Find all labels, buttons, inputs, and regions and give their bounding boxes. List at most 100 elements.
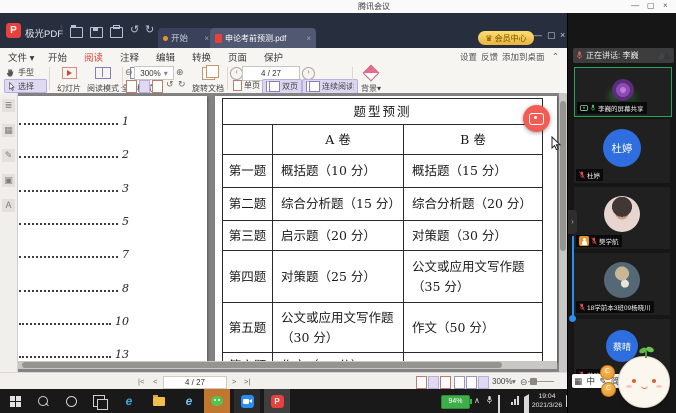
taskbar-ie-button[interactable]: e [176, 389, 202, 413]
zoom-level-box[interactable]: 300% ▾ [134, 66, 174, 80]
rotate-document-button[interactable]: 旋转文档 [192, 65, 224, 96]
tray-mic-icon[interactable] [486, 395, 493, 407]
background-button[interactable]: 背景▾ [356, 65, 386, 96]
rotate-left-icon[interactable]: ↺ [166, 79, 174, 90]
vertical-scroll-thumb[interactable] [560, 101, 566, 251]
status-zoom-dropdown-icon[interactable]: ▾ [512, 377, 516, 386]
text-panel-icon[interactable]: A [2, 199, 15, 212]
pdf-maximize-button[interactable]: ▢ [547, 29, 556, 41]
tab-home[interactable]: 开始 × [158, 28, 214, 48]
save-icon[interactable] [90, 27, 103, 38]
add-to-desktop-link[interactable]: 添加到桌面 [502, 51, 545, 63]
settings-link[interactable]: 设置 [460, 51, 477, 63]
close-button[interactable]: × [663, 1, 668, 11]
taskbar-search-button[interactable] [30, 389, 56, 413]
status-layout-icon[interactable] [428, 376, 439, 389]
fit-page-icon[interactable] [139, 80, 150, 93]
collapse-ribbon-icon[interactable]: ⌃ [552, 51, 559, 62]
horizontal-scrollbar[interactable] [18, 361, 557, 369]
minimize-button[interactable]: — [631, 1, 639, 11]
vertical-scrollbar[interactable] [559, 93, 567, 372]
menu-convert[interactable]: 转换 [192, 50, 211, 64]
status-layout-icon[interactable] [440, 376, 451, 389]
taskbar-pdf-button[interactable]: P [264, 389, 290, 413]
slideshow-button[interactable]: 幻灯片 [52, 65, 86, 96]
annotations-panel-icon[interactable]: ✎ [2, 149, 15, 162]
tab-close-icon[interactable]: × [204, 34, 209, 43]
open-file-icon[interactable] [70, 27, 83, 38]
feedback-link[interactable]: 反馈 [481, 51, 498, 63]
ime-mode-indicator[interactable]: 中 [587, 375, 596, 387]
status-layout-icon[interactable] [416, 376, 427, 389]
taskbar-edge-button[interactable]: e [116, 389, 142, 413]
thumbnails-panel-icon[interactable]: ▦ [2, 124, 15, 137]
tray-volume-icon[interactable] [521, 397, 529, 413]
last-page-button[interactable]: >| [244, 377, 250, 386]
bookmarks-panel-icon[interactable]: ≣ [2, 99, 15, 112]
screenshot-float-button[interactable] [523, 105, 550, 132]
print-icon[interactable] [110, 27, 123, 38]
task-view-button[interactable] [86, 389, 112, 413]
hand-tool-button[interactable]: 手型 [6, 67, 34, 78]
member-center-button[interactable]: ♛ 会员中心 [478, 31, 534, 45]
zoom-dropdown-icon[interactable]: ▾ [164, 69, 168, 78]
tab-close-icon[interactable]: × [306, 34, 311, 43]
panel-scrollbar[interactable] [572, 236, 574, 316]
pdf-minimize-button[interactable]: — [533, 29, 542, 41]
panel-collapse-handle[interactable]: › [568, 210, 577, 234]
participant-tile[interactable]: 18学前本3班09杨晓川 [574, 253, 670, 315]
mascot-face[interactable] [618, 356, 670, 408]
redo-icon[interactable]: ↻ [145, 25, 154, 36]
taskbar-wechat-button[interactable] [204, 389, 230, 413]
first-page-button[interactable]: |< [138, 377, 144, 386]
desktop-pet[interactable]: C C [600, 349, 676, 407]
cortana-button[interactable] [58, 389, 84, 413]
coin-icon[interactable]: C [601, 382, 616, 397]
tray-network-icon[interactable] [511, 396, 519, 405]
rotate-right-icon[interactable]: ↻ [178, 79, 186, 90]
taskbar-explorer-button[interactable] [146, 389, 172, 413]
zoom-in-icon[interactable]: ⊕ [176, 67, 184, 78]
participant-tile[interactable]: 樊学航 [574, 187, 670, 249]
battery-indicator[interactable]: 94% [441, 395, 470, 409]
attachments-panel-icon[interactable]: ▣ [2, 174, 15, 187]
participant-tile[interactable]: 杜婷 杜婷 [574, 119, 670, 183]
zoom-out-icon[interactable]: ⊖ [125, 67, 133, 78]
zoom-slider-thumb[interactable] [530, 378, 537, 385]
taskbar-meeting-button[interactable] [234, 389, 260, 413]
maximize-button[interactable]: ▢ [647, 1, 655, 11]
panel-scrollbar-thumb[interactable] [569, 315, 576, 322]
read-mode-button[interactable]: 阅读模式 [86, 65, 120, 96]
menu-file[interactable]: 文件 ▾ [8, 50, 34, 64]
menu-protect[interactable]: 保护 [264, 50, 283, 64]
taskbar-clock[interactable]: 19:04 2021/3/26 [530, 392, 564, 410]
prev-page-button[interactable]: < [153, 377, 157, 386]
menu-start[interactable]: 开始 [48, 50, 67, 64]
status-page-box[interactable]: 4 / 27 [163, 376, 227, 389]
actual-size-icon[interactable] [152, 80, 163, 93]
pdf-close-button[interactable]: × [560, 29, 565, 41]
double-page-button[interactable]: 双页 [262, 79, 302, 94]
status-view-icon[interactable] [454, 376, 465, 389]
menu-page[interactable]: 页面 [228, 50, 247, 64]
fit-width-icon[interactable] [126, 80, 137, 93]
tray-expand-icon[interactable]: ∧ [474, 396, 480, 405]
participant-tile-screen-share[interactable]: 李巍的屏幕共享 [574, 67, 672, 117]
coin-icon[interactable]: C [600, 365, 615, 380]
status-view-icon[interactable] [466, 376, 477, 389]
tab-document[interactable]: 申论考前预测.pdf × [210, 28, 316, 48]
select-tool-button[interactable]: 选择 [4, 79, 47, 93]
status-zoom-value[interactable]: 300% [492, 377, 512, 386]
tray-display-icon[interactable] [498, 396, 500, 413]
next-page-button[interactable]: > [232, 377, 236, 386]
single-page-button[interactable]: 单页 [230, 79, 263, 92]
continuous-read-button[interactable]: 连续阅读 [302, 79, 358, 94]
menu-annotate[interactable]: 注释 [120, 50, 139, 64]
status-zoom-out-icon[interactable]: ⊖ [520, 377, 528, 388]
status-view-icon[interactable] [478, 376, 489, 389]
horizontal-scroll-thumb[interactable] [22, 362, 502, 368]
start-button[interactable] [2, 389, 28, 413]
menu-edit[interactable]: 编辑 [156, 50, 175, 64]
ime-grid-icon[interactable]: ▦ [574, 376, 582, 387]
undo-icon[interactable]: ↺ [130, 25, 139, 36]
